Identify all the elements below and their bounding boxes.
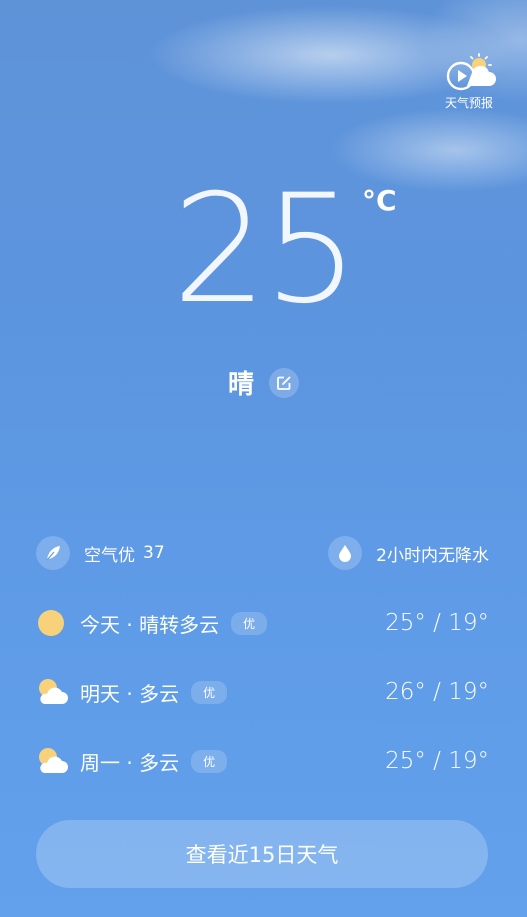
forecast-day-monday[interactable]: 周一 · 多云 优 25° / 19°	[36, 741, 489, 781]
sunny-icon	[36, 606, 70, 640]
temperature-range: 25° / 19°	[385, 610, 489, 636]
air-quality[interactable]: 空气优 37	[36, 536, 165, 570]
weather-forecast-entry[interactable]: 天气预报	[439, 52, 499, 111]
day-name: 今天 · 晴转多云	[80, 612, 220, 637]
edit-icon	[277, 376, 291, 390]
temperature-range: 26° / 19°	[385, 679, 489, 705]
air-quality-badge: 优	[191, 680, 228, 704]
edit-location-button[interactable]	[269, 367, 300, 398]
current-temperature: 25 °C	[0, 170, 527, 330]
weather-forecast-label: 天气预报	[444, 96, 493, 110]
rain-forecast-label: 2小时内无降水	[376, 545, 489, 566]
day-name: 周一 · 多云	[80, 750, 180, 775]
temperature-unit: °C	[362, 184, 397, 217]
temperature-range: 25° / 19°	[385, 748, 489, 774]
condition-text: 晴	[227, 370, 254, 400]
forecast-day-tomorrow[interactable]: 明天 · 多云 优 26° / 19°	[36, 672, 489, 712]
leaf-icon	[36, 536, 70, 570]
water-drop-icon	[328, 536, 363, 570]
weather-video-icon	[446, 53, 496, 91]
air-quality-badge: 优	[191, 749, 228, 773]
partly-cloudy-icon	[36, 675, 70, 709]
air-quality-value: 37	[143, 543, 165, 563]
partly-cloudy-icon	[36, 744, 70, 778]
forecast-day-today[interactable]: 今天 · 晴转多云 优 25° / 19°	[36, 603, 489, 643]
rain-forecast[interactable]: 2小时内无降水	[328, 536, 489, 570]
air-quality-badge: 优	[231, 611, 268, 635]
info-row: 空气优 37 2小时内无降水	[36, 536, 489, 570]
temperature-value: 25	[172, 163, 359, 337]
current-condition: 晴	[0, 364, 527, 401]
air-quality-label: 空气优	[84, 545, 135, 566]
view-15-day-forecast-button[interactable]: 查看近15日天气	[36, 820, 488, 888]
day-name: 明天 · 多云	[80, 681, 180, 706]
